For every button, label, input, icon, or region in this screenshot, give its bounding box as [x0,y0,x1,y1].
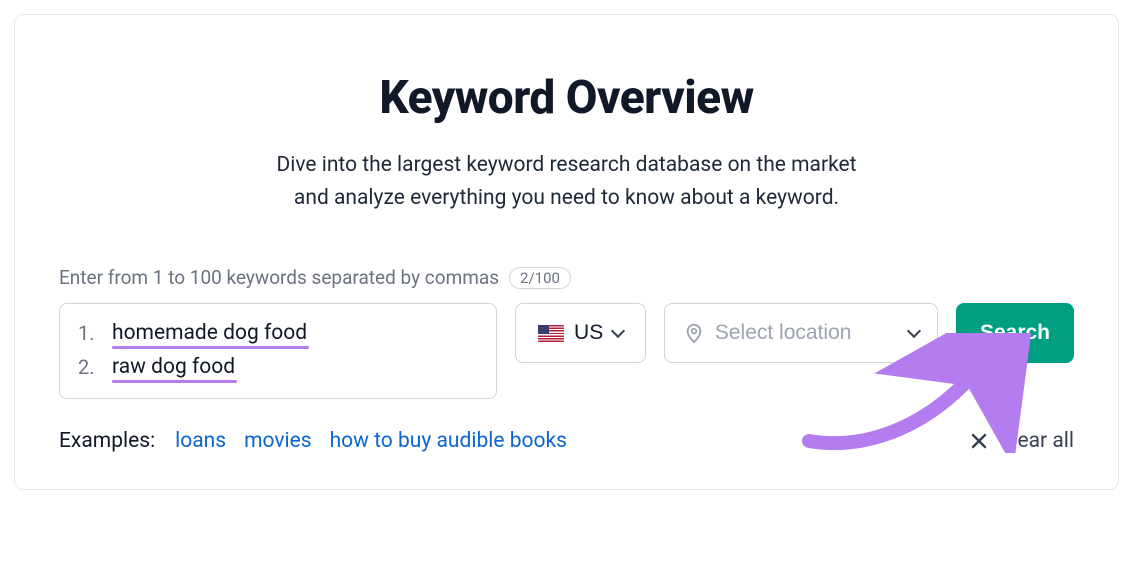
page-subtitle: Dive into the largest keyword research d… [59,149,1074,214]
page-title: Keyword Overview [59,71,1074,125]
close-icon [971,433,987,449]
keywords-input[interactable]: 1. homemade dog food 2. raw dog food [59,303,497,399]
clear-all-button[interactable]: Clear all [971,429,1074,453]
chevron-down-icon [907,324,921,338]
map-pin-icon [683,322,705,344]
controls-row: 1. homemade dog food 2. raw dog food US [59,303,1074,399]
bottom-row: Examples: loans movies how to buy audibl… [59,429,1074,453]
location-select[interactable]: Select location [664,303,938,363]
examples: Examples: loans movies how to buy audibl… [59,429,567,453]
example-link[interactable]: how to buy audible books [330,429,567,453]
example-link[interactable]: loans [175,429,226,453]
keyword-index: 1. [78,321,96,345]
country-code: US [574,321,603,345]
subtitle-line-2: and analyze everything you need to know … [294,186,839,210]
keyword-text: homemade dog food [112,321,307,345]
keyword-row: 2. raw dog food [78,350,478,384]
location-placeholder: Select location [715,321,852,345]
us-flag-icon [538,325,564,342]
keyword-index: 2. [78,355,96,379]
keyword-row: 1. homemade dog food [78,316,478,350]
hint-row: Enter from 1 to 100 keywords separated b… [59,266,1074,289]
country-select[interactable]: US [515,303,645,363]
keyword-text: raw dog food [112,355,235,379]
subtitle-line-1: Dive into the largest keyword research d… [276,153,856,177]
keywords-hint: Enter from 1 to 100 keywords separated b… [59,266,499,289]
example-link[interactable]: movies [244,429,312,453]
search-button[interactable]: Search [956,303,1074,363]
examples-label: Examples: [59,429,155,453]
chevron-down-icon [611,324,625,338]
keywords-count-pill: 2/100 [509,267,571,289]
clear-all-label: Clear all [999,429,1074,453]
keyword-overview-card: Keyword Overview Dive into the largest k… [14,14,1119,490]
